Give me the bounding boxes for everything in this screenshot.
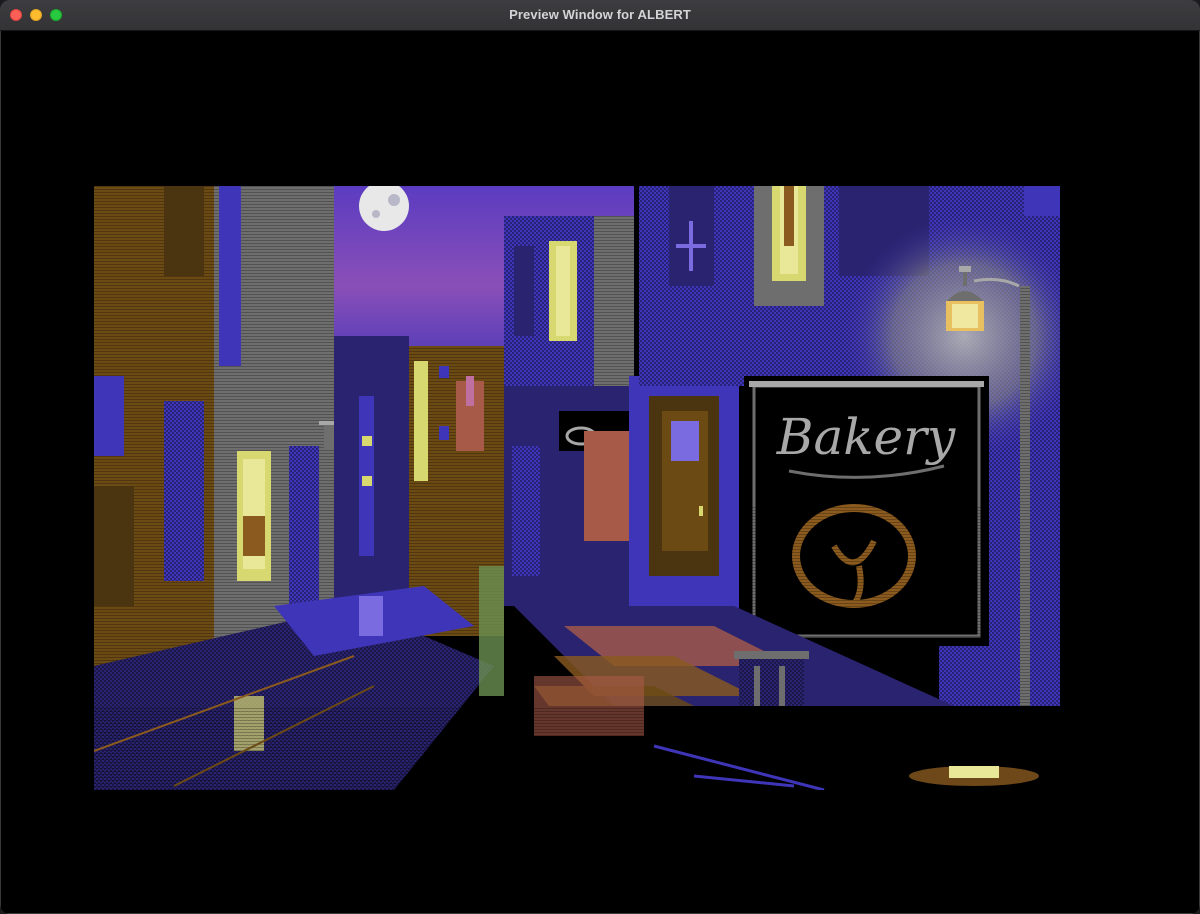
bakery-alley-scene: Bakery (94, 186, 1060, 790)
preview-canvas: Bakery (1, 31, 1199, 913)
lamp-pool (949, 766, 999, 778)
window-title: Preview Window for ALBERT (509, 7, 691, 22)
puddle-reflection (359, 596, 383, 636)
preview-window: Preview Window for ALBERT Bakery (0, 0, 1200, 914)
pixel-art-image: Bakery (94, 186, 1060, 790)
title-bar[interactable]: Preview Window for ALBERT (0, 0, 1200, 31)
bakery-sign-text: Bakery (776, 408, 956, 466)
